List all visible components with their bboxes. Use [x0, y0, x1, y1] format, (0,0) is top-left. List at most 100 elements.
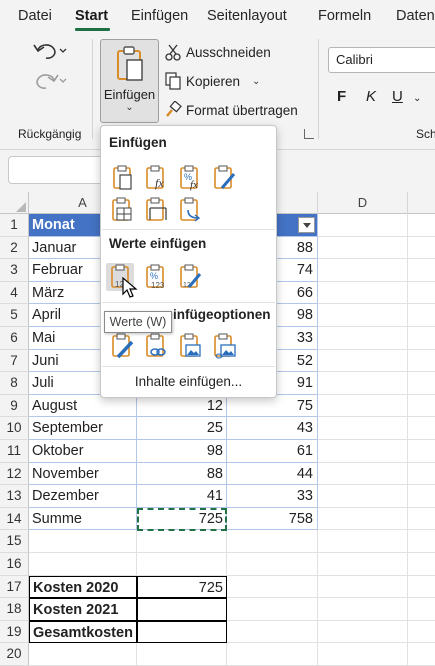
cell-empty[interactable]: [318, 372, 408, 395]
chevron-down-icon[interactable]: ⌄: [413, 93, 421, 104]
row-header[interactable]: 19: [0, 620, 29, 644]
values-source-formatting-icon[interactable]: 12: [176, 263, 204, 291]
cell-b[interactable]: 12: [137, 394, 227, 418]
cell-c[interactable]: 61: [227, 440, 318, 463]
cell-empty[interactable]: [318, 394, 408, 418]
column-header-d[interactable]: D: [318, 192, 408, 214]
row-header[interactable]: 17: [0, 575, 29, 599]
cell-empty[interactable]: [408, 214, 435, 237]
row-header[interactable]: 5: [0, 304, 29, 327]
cell-empty[interactable]: [408, 304, 435, 327]
paste-link-icon[interactable]: [142, 332, 170, 360]
cell-c[interactable]: 43: [227, 417, 318, 440]
cell-a[interactable]: [29, 643, 137, 666]
cell-c[interactable]: 758: [227, 507, 318, 531]
row-header[interactable]: 10: [0, 417, 29, 440]
cell-b[interactable]: [137, 598, 227, 621]
paste-formulas-icon[interactable]: fx: [142, 164, 170, 192]
format-painter-button[interactable]: Format übertragen: [164, 99, 298, 121]
cell-empty[interactable]: [408, 259, 435, 282]
cell-c[interactable]: [227, 553, 318, 576]
filter-dropdown-icon[interactable]: [298, 217, 315, 233]
row-header[interactable]: 18: [0, 598, 29, 621]
row-header[interactable]: 20: [0, 643, 29, 666]
tab-start[interactable]: Start: [75, 8, 108, 24]
row-header[interactable]: 3: [0, 259, 29, 282]
cell-empty[interactable]: [408, 440, 435, 463]
cell-c[interactable]: [227, 598, 318, 621]
transpose-icon[interactable]: [176, 196, 204, 224]
cell-empty[interactable]: [318, 304, 408, 327]
cell-a[interactable]: Kosten 2020: [29, 575, 137, 599]
cell-empty[interactable]: [318, 598, 408, 621]
keep-column-widths-icon[interactable]: [142, 196, 170, 224]
cell-a[interactable]: Gesamtkosten: [29, 620, 137, 644]
row-header[interactable]: 16: [0, 553, 29, 576]
cell-b[interactable]: 725: [137, 507, 227, 531]
cell-empty[interactable]: [318, 417, 408, 440]
cell-empty[interactable]: [318, 236, 408, 260]
cell-empty[interactable]: [318, 440, 408, 463]
row-header[interactable]: 4: [0, 281, 29, 305]
chevron-down-icon[interactable]: ⌄: [252, 76, 260, 87]
cell-empty[interactable]: [318, 575, 408, 599]
paste-icon[interactable]: [108, 164, 136, 192]
cell-empty[interactable]: [408, 350, 435, 373]
cell-b[interactable]: [137, 620, 227, 644]
select-all-button[interactable]: [0, 192, 29, 214]
row-header[interactable]: 2: [0, 236, 29, 260]
row-header[interactable]: 1: [0, 214, 29, 237]
row-header[interactable]: 8: [0, 372, 29, 395]
row-header[interactable]: 9: [0, 394, 29, 418]
cell-a[interactable]: August: [29, 394, 137, 418]
row-header[interactable]: 6: [0, 327, 29, 350]
picture-icon[interactable]: [176, 332, 204, 360]
cell-empty[interactable]: [408, 237, 435, 260]
tab-seitenlayout[interactable]: Seitenlayout: [207, 8, 287, 24]
cell-empty[interactable]: [318, 507, 408, 531]
cell-empty[interactable]: [318, 462, 408, 486]
redo-button[interactable]: [30, 68, 72, 94]
clipboard-dialog-launcher-icon[interactable]: [304, 129, 314, 139]
cell-empty[interactable]: [318, 553, 408, 576]
linked-picture-icon[interactable]: [210, 332, 238, 360]
cell-empty[interactable]: [318, 620, 408, 644]
cell-empty[interactable]: [318, 530, 408, 553]
cell-b[interactable]: 88: [137, 462, 227, 486]
cell-empty[interactable]: [408, 576, 435, 599]
cell-empty[interactable]: [408, 417, 435, 440]
bold-button[interactable]: F: [337, 88, 346, 105]
row-header[interactable]: 12: [0, 462, 29, 486]
underline-button[interactable]: U: [392, 88, 403, 105]
name-box[interactable]: [8, 156, 108, 184]
values-number-format-icon[interactable]: % 123: [142, 263, 170, 291]
cell-b[interactable]: 98: [137, 440, 227, 463]
cell-a[interactable]: Kosten 2021: [29, 598, 137, 621]
cell-b[interactable]: 25: [137, 417, 227, 440]
row-header[interactable]: 15: [0, 530, 29, 553]
cell-empty[interactable]: [408, 598, 435, 621]
cell-empty[interactable]: [408, 553, 435, 576]
formatting-icon[interactable]: [108, 332, 136, 360]
cell-b[interactable]: [137, 643, 227, 666]
cell-empty[interactable]: [408, 372, 435, 395]
cell-empty[interactable]: [408, 530, 435, 553]
cell-a[interactable]: November: [29, 462, 137, 486]
cell-c[interactable]: [227, 643, 318, 666]
cell-empty[interactable]: [318, 259, 408, 282]
cell-a[interactable]: Summe: [29, 507, 137, 531]
cell-b[interactable]: 725: [137, 575, 227, 599]
cell-empty[interactable]: [408, 621, 435, 644]
cell-c[interactable]: [227, 575, 318, 599]
row-header[interactable]: 11: [0, 440, 29, 463]
cell-b[interactable]: [137, 530, 227, 553]
row-header[interactable]: 14: [0, 507, 29, 531]
cell-empty[interactable]: [408, 508, 435, 531]
cell-b[interactable]: 41: [137, 485, 227, 508]
keep-source-formatting-icon[interactable]: [210, 164, 238, 192]
cell-a[interactable]: [29, 530, 137, 553]
cell-c[interactable]: 44: [227, 462, 318, 486]
paste-special-link[interactable]: Inhalte einfügen...: [101, 374, 276, 389]
cell-empty[interactable]: [408, 463, 435, 486]
cell-a[interactable]: Dezember: [29, 485, 137, 508]
